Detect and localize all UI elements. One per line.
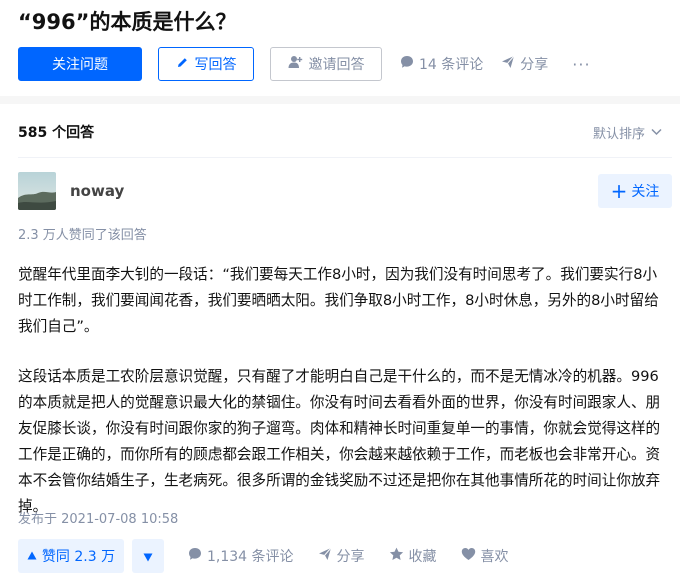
follow-author-label: 关注 bbox=[631, 184, 660, 200]
write-answer-label: 写回答 bbox=[194, 57, 237, 73]
vote-down-button[interactable] bbox=[132, 539, 164, 573]
answer-paragraph: 这段话本质是工农阶层意识觉醒，只有醒了才能明白自己是干什么的，而不是无情冰冷的机… bbox=[18, 368, 661, 515]
vote-up-button[interactable]: 赞同 2.3 万 bbox=[18, 539, 124, 573]
comment-icon bbox=[188, 547, 207, 565]
plus-icon: + bbox=[610, 179, 628, 203]
more-menu-button[interactable]: ··· bbox=[572, 55, 590, 74]
like-button[interactable]: 喜欢 bbox=[461, 546, 509, 566]
share-icon bbox=[501, 55, 520, 73]
chevron-down-icon bbox=[645, 125, 662, 140]
answer-content: 觉醒年代里面李大钊的一段话：“我们要每天工作8小时，因为我们没有时间思考了。我们… bbox=[18, 262, 666, 520]
answer-share-button[interactable]: 分享 bbox=[318, 546, 365, 566]
author-name[interactable]: noway bbox=[70, 182, 124, 200]
answer-list-header: 585 个回答 默认排序 bbox=[18, 104, 672, 158]
invite-answer-button[interactable]: 邀请回答 bbox=[270, 47, 382, 81]
question-comments-link[interactable]: 14 条评论 bbox=[400, 54, 483, 74]
answer-actions: 赞同 2.3 万 1,134 条评论 分享 收藏 喜欢 bbox=[18, 539, 509, 573]
triangle-down-icon bbox=[143, 547, 153, 566]
share-icon bbox=[318, 547, 337, 565]
heart-icon bbox=[461, 547, 481, 565]
answer-comments-label: 1,134 条评论 bbox=[207, 549, 294, 565]
favorite-button[interactable]: 收藏 bbox=[389, 546, 437, 566]
answer-list: 585 个回答 默认排序 noway + 关注 2.3 万人赞同了该回答 觉醒年… bbox=[0, 104, 680, 582]
sort-label: 默认排序 bbox=[592, 127, 645, 142]
question-toolbar: 关注问题 写回答 邀请回答 14 条评论 分享 ··· bbox=[18, 47, 591, 81]
follow-author-button[interactable]: + 关注 bbox=[598, 174, 672, 208]
answer-author: noway + 关注 bbox=[18, 172, 672, 212]
sort-dropdown[interactable]: 默认排序 bbox=[593, 123, 662, 142]
pencil-icon bbox=[176, 56, 195, 73]
answer-share-label: 分享 bbox=[336, 549, 365, 565]
question-comments-label: 14 条评论 bbox=[419, 57, 484, 73]
favorite-label: 收藏 bbox=[408, 549, 437, 565]
vote-summary: 2.3 万人赞同了该回答 bbox=[18, 228, 147, 243]
question-title[interactable]: “996”的本质是什么？ bbox=[18, 6, 236, 36]
invite-user-icon bbox=[288, 55, 309, 73]
write-answer-button[interactable]: 写回答 bbox=[158, 47, 254, 81]
question-share-link[interactable]: 分享 bbox=[501, 54, 548, 74]
answer-comments-button[interactable]: 1,134 条评论 bbox=[188, 546, 294, 566]
answer-paragraph: 觉醒年代里面李大钊的一段话：“我们要每天工作8小时，因为我们没有时间思考了。我们… bbox=[18, 266, 659, 335]
like-label: 喜欢 bbox=[480, 549, 509, 565]
star-icon bbox=[389, 547, 409, 565]
question-header: “996”的本质是什么？ 关注问题 写回答 邀请回答 14 条评论 分享 ··· bbox=[0, 0, 680, 96]
publish-time[interactable]: 发布于 2021-07-08 10:58 bbox=[18, 508, 178, 527]
avatar[interactable] bbox=[18, 172, 56, 210]
follow-question-button[interactable]: 关注问题 bbox=[18, 47, 142, 81]
answer-count: 585 个回答 bbox=[18, 125, 95, 141]
invite-answer-label: 邀请回答 bbox=[308, 57, 365, 73]
vote-up-label: 赞同 2.3 万 bbox=[41, 549, 116, 565]
comment-icon bbox=[400, 55, 419, 73]
triangle-up-icon bbox=[27, 548, 42, 564]
question-share-label: 分享 bbox=[520, 57, 549, 73]
